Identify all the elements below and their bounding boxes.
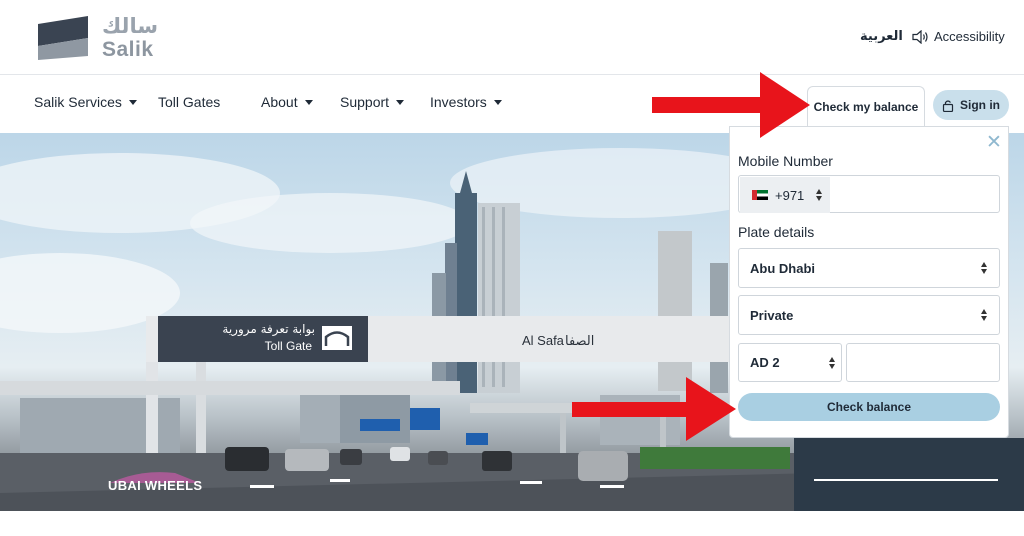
nav-item-investors[interactable]: Investors bbox=[430, 94, 502, 110]
mobile-number-label: Mobile Number bbox=[738, 153, 833, 169]
speaker-icon bbox=[912, 29, 928, 44]
nav-item-label: Salik Services bbox=[34, 94, 122, 110]
plate-details-label: Plate details bbox=[738, 224, 815, 240]
uae-flag-icon bbox=[752, 190, 768, 200]
updown-arrows-icon bbox=[829, 356, 835, 369]
updown-arrows-icon bbox=[981, 309, 987, 321]
close-icon[interactable]: ✕ bbox=[986, 133, 1002, 152]
plate-type-value: Private bbox=[750, 307, 794, 323]
nav-item-support[interactable]: Support bbox=[340, 94, 405, 110]
arabic-language-link[interactable]: العربية bbox=[860, 29, 903, 44]
accessibility-button[interactable]: Accessibility bbox=[912, 29, 1005, 44]
plate-type-select[interactable]: Private bbox=[738, 295, 1000, 335]
emirate-select[interactable]: Abu Dhabi bbox=[738, 248, 1000, 288]
plate-code-value: AD 2 bbox=[750, 355, 780, 370]
gate-location-arabic: الصفا bbox=[565, 334, 594, 349]
nav-item-toll-gates[interactable]: Toll Gates bbox=[158, 94, 220, 110]
caret-down-icon bbox=[493, 99, 502, 105]
logo-arabic-text: سالك bbox=[102, 14, 158, 38]
check-balance-button[interactable]: Check balance bbox=[738, 393, 1000, 421]
caret-down-icon bbox=[304, 99, 313, 105]
sign-in-button[interactable]: Sign in bbox=[933, 90, 1009, 120]
check-my-balance-tab[interactable]: Check my balance bbox=[807, 86, 925, 126]
updown-arrows-icon bbox=[981, 262, 987, 274]
nav-item-salik-services[interactable]: Salik Services bbox=[34, 94, 137, 110]
sign-in-label: Sign in bbox=[960, 98, 1000, 112]
top-header: سالك Salik العربية Accessibility bbox=[0, 0, 1024, 74]
country-code-select[interactable]: +971 bbox=[740, 177, 830, 213]
plate-code-select[interactable]: AD 2 bbox=[738, 343, 842, 382]
country-code-value: +971 bbox=[775, 187, 805, 203]
gate-sign-arabic: بوابة تعرفة مرورية bbox=[222, 322, 315, 337]
plate-number-input[interactable] bbox=[846, 343, 1000, 382]
emirate-value: Abu Dhabi bbox=[750, 260, 815, 276]
caret-down-icon bbox=[396, 99, 405, 105]
nav-item-about[interactable]: About bbox=[261, 94, 313, 110]
gate-sign-english: Toll Gate bbox=[265, 339, 313, 353]
salik-logo-mark-icon bbox=[38, 16, 88, 60]
updown-arrows-icon bbox=[816, 189, 822, 201]
red-arrow-icon bbox=[652, 72, 810, 138]
gate-location-english: Al Safa bbox=[522, 333, 565, 348]
hero-dark-panel bbox=[794, 438, 1024, 511]
hero-slider-line bbox=[814, 479, 998, 481]
nav-item-label: Toll Gates bbox=[158, 94, 221, 110]
salik-logo[interactable]: سالك Salik bbox=[38, 14, 168, 66]
nav-item-label: About bbox=[261, 94, 298, 110]
nav-item-label: Investors bbox=[430, 94, 487, 110]
nav-item-label: Support bbox=[340, 94, 390, 110]
watermark-text: UBAI WHEELS bbox=[108, 478, 203, 493]
accessibility-label: Accessibility bbox=[934, 29, 1005, 44]
caret-down-icon bbox=[128, 99, 137, 105]
red-arrow-icon bbox=[572, 377, 736, 441]
lock-icon bbox=[942, 99, 954, 112]
logo-english-text: Salik bbox=[102, 38, 154, 61]
mobile-number-field[interactable]: +971 bbox=[738, 175, 1000, 213]
